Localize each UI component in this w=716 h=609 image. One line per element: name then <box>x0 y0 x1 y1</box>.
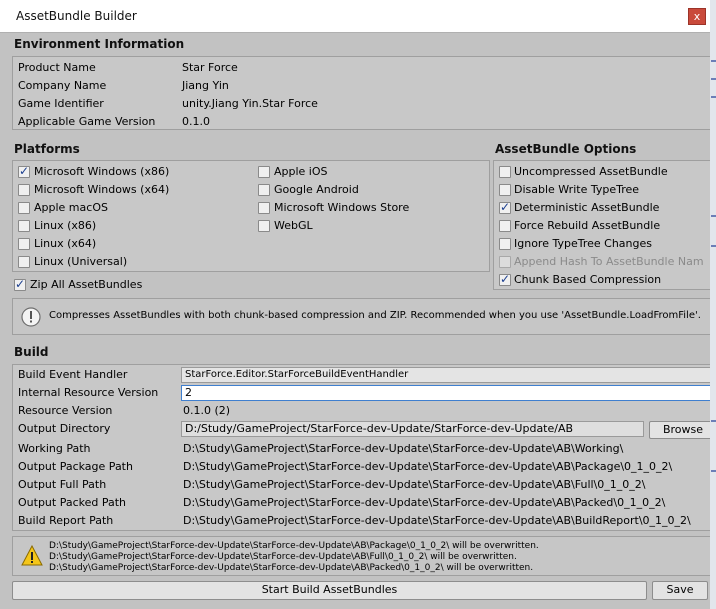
info-text: Compresses AssetBundles with both chunk-… <box>49 310 701 321</box>
output-full-path-value: D:\Study\GameProject\StarForce-dev-Updat… <box>183 478 646 491</box>
env-value-product-name: Star Force <box>182 61 238 74</box>
checkbox-deterministic[interactable] <box>499 200 511 214</box>
title-bar[interactable]: AssetBundle Builder x <box>0 0 710 33</box>
environment-box: Product Name Star Force Company Name Jia… <box>12 56 710 130</box>
label-output-directory: Output Directory <box>18 422 111 435</box>
env-label-product-name: Product Name <box>18 61 96 74</box>
env-label-game-version: Applicable Game Version <box>18 115 156 128</box>
option-label-disable-write-typetree[interactable]: Disable Write TypeTree <box>514 183 639 196</box>
checkbox-chunk-based-compression[interactable] <box>499 272 511 286</box>
checkbox-webgl[interactable] <box>258 220 270 232</box>
checkbox-linux-x64[interactable] <box>18 238 30 250</box>
start-build-button[interactable]: Start Build AssetBundles <box>12 581 647 600</box>
output-package-path-value: D:\Study\GameProject\StarForce-dev-Updat… <box>183 460 673 473</box>
env-value-game-version: 0.1.0 <box>182 115 210 128</box>
platform-label-linux-universal[interactable]: Linux (Universal) <box>34 255 127 268</box>
platform-label-apple-macos[interactable]: Apple macOS <box>34 201 108 214</box>
browse-button[interactable]: Browse <box>649 421 710 439</box>
checkbox-windows-x86[interactable] <box>18 164 30 178</box>
env-label-game-identifier: Game Identifier <box>18 97 104 110</box>
checkbox-google-android[interactable] <box>258 184 270 196</box>
label-internal-resource-version: Internal Resource Version <box>18 386 159 399</box>
resource-version-value: 0.1.0 (2) <box>183 404 231 417</box>
save-button[interactable]: Save <box>652 581 708 600</box>
option-label-deterministic[interactable]: Deterministic AssetBundle <box>514 201 659 214</box>
label-resource-version: Resource Version <box>18 404 113 417</box>
checkbox-force-rebuild[interactable] <box>499 220 511 232</box>
platform-label-windows-x86[interactable]: Microsoft Windows (x86) <box>34 165 169 178</box>
assetbundle-options-section-title: AssetBundle Options <box>495 142 637 156</box>
checkbox-linux-x86[interactable] <box>18 220 30 232</box>
assetbundle-builder-window: AssetBundle Builder x Environment Inform… <box>0 0 710 609</box>
option-label-chunk-based-compression[interactable]: Chunk Based Compression <box>514 273 661 286</box>
build-section-title: Build <box>14 345 49 359</box>
info-help-box: Compresses AssetBundles with both chunk-… <box>12 298 710 335</box>
internal-resource-version-input[interactable]: 2 <box>181 385 710 401</box>
checkbox-disable-write-typetree[interactable] <box>499 184 511 196</box>
checkbox-zip-all[interactable] <box>14 277 26 291</box>
label-output-package-path: Output Package Path <box>18 460 133 473</box>
platform-label-windows-x64[interactable]: Microsoft Windows (x64) <box>34 183 169 196</box>
warning-help-box: D:\Study\GameProject\StarForce-dev-Updat… <box>12 536 710 576</box>
environment-section-title: Environment Information <box>14 37 185 51</box>
background-window-edge <box>710 0 716 609</box>
checkbox-linux-universal[interactable] <box>18 256 30 268</box>
close-button[interactable]: x <box>688 8 706 25</box>
warning-icon <box>21 544 43 567</box>
env-label-company-name: Company Name <box>18 79 107 92</box>
label-build-report-path: Build Report Path <box>18 514 114 527</box>
option-label-force-rebuild[interactable]: Force Rebuild AssetBundle <box>514 219 660 232</box>
platform-label-webgl[interactable]: WebGL <box>274 219 313 232</box>
platform-label-windows-store[interactable]: Microsoft Windows Store <box>274 201 409 214</box>
output-packed-path-value: D:\Study\GameProject\StarForce-dev-Updat… <box>183 496 666 509</box>
option-label-ignore-typetree-changes[interactable]: Ignore TypeTree Changes <box>514 237 652 250</box>
checkbox-ignore-typetree-changes[interactable] <box>499 238 511 250</box>
warning-line-packed: D:\Study\GameProject\StarForce-dev-Updat… <box>49 563 534 573</box>
build-box: Build Event Handler StarForce.Editor.Sta… <box>12 364 710 531</box>
label-output-full-path: Output Full Path <box>18 478 107 491</box>
checkbox-uncompressed[interactable] <box>499 166 511 178</box>
build-report-path-value: D:\Study\GameProject\StarForce-dev-Updat… <box>183 514 691 527</box>
platform-label-apple-ios[interactable]: Apple iOS <box>274 165 328 178</box>
label-build-event-handler: Build Event Handler <box>18 368 128 381</box>
build-event-handler-dropdown[interactable]: StarForce.Editor.StarForceBuildEventHand… <box>181 367 710 383</box>
checkbox-append-hash <box>499 256 511 268</box>
env-value-game-identifier: unity.Jiang Yin.Star Force <box>182 97 318 110</box>
warning-line-full: D:\Study\GameProject\StarForce-dev-Updat… <box>49 552 517 562</box>
checkbox-apple-macos[interactable] <box>18 202 30 214</box>
checkbox-windows-x64[interactable] <box>18 184 30 196</box>
label-working-path: Working Path <box>18 442 91 455</box>
warning-line-package: D:\Study\GameProject\StarForce-dev-Updat… <box>49 541 539 551</box>
zip-all-label[interactable]: Zip All AssetBundles <box>30 278 142 291</box>
window-title: AssetBundle Builder <box>16 9 137 23</box>
platforms-section-title: Platforms <box>14 142 80 156</box>
platform-label-google-android[interactable]: Google Android <box>274 183 359 196</box>
option-label-append-hash: Append Hash To AssetBundle Nam <box>514 255 704 268</box>
checkbox-windows-store[interactable] <box>258 202 270 214</box>
info-icon <box>21 307 41 327</box>
checkbox-apple-ios[interactable] <box>258 166 270 178</box>
platforms-box: Microsoft Windows (x86) Microsoft Window… <box>12 160 490 272</box>
option-label-uncompressed[interactable]: Uncompressed AssetBundle <box>514 165 668 178</box>
platform-label-linux-x86[interactable]: Linux (x86) <box>34 219 96 232</box>
env-value-company-name: Jiang Yin <box>182 79 229 92</box>
label-output-packed-path: Output Packed Path <box>18 496 127 509</box>
working-path-value: D:\Study\GameProject\StarForce-dev-Updat… <box>183 442 624 455</box>
output-directory-input[interactable]: D:/Study/GameProject/StarForce-dev-Updat… <box>181 421 644 437</box>
assetbundle-options-box: Uncompressed AssetBundle Disable Write T… <box>493 160 710 290</box>
platform-label-linux-x64[interactable]: Linux (x64) <box>34 237 96 250</box>
